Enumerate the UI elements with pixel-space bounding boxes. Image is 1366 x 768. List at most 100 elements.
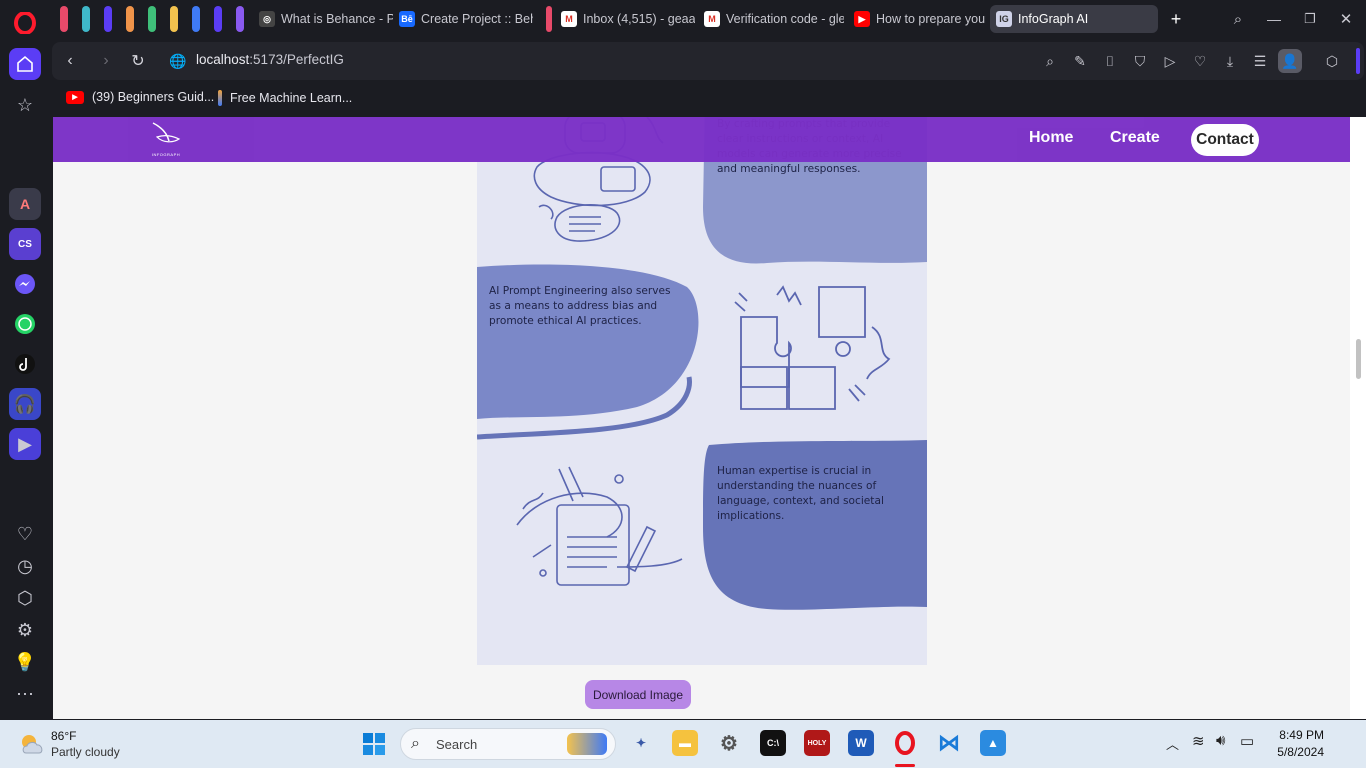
tab-label: Verification code - gle xyxy=(726,12,844,26)
aria-app-icon[interactable]: A xyxy=(9,188,41,220)
tiktok-icon[interactable] xyxy=(9,348,41,380)
behance-chat-icon: ◎ xyxy=(259,11,275,27)
file-explorer-icon[interactable]: ▬ xyxy=(672,730,698,756)
pinned-tab[interactable] xyxy=(236,6,244,32)
history-icon[interactable]: ◷ xyxy=(9,550,41,582)
site-info-icon[interactable]: 🌐 xyxy=(168,51,188,71)
scrollbar-thumb[interactable] xyxy=(1356,339,1361,379)
forward-icon[interactable]: › xyxy=(96,51,116,71)
bookmarks-bar: ▶ (39) Beginners Guid... Free Machine Le… xyxy=(52,84,1364,112)
page-scrollbar[interactable] xyxy=(1350,117,1366,719)
tab-search-icon[interactable]: ⌕ xyxy=(1226,5,1250,33)
messenger-icon[interactable] xyxy=(9,268,41,300)
search-placeholder: Search xyxy=(436,737,478,752)
video-player-icon[interactable]: ▶ xyxy=(9,428,41,460)
pinned-tab[interactable] xyxy=(126,6,134,32)
tab-behance-what[interactable]: ◎ What is Behance - Po xyxy=(253,5,393,33)
pinned-tab[interactable] xyxy=(214,6,222,32)
opera-logo-icon[interactable] xyxy=(9,7,41,39)
show-hidden-icons[interactable]: ︿ xyxy=(1166,734,1179,753)
sidebar-accent xyxy=(1356,48,1360,74)
taskbar-search[interactable]: ⌕ Search xyxy=(400,728,616,760)
reload-icon[interactable]: ↻ xyxy=(128,51,148,71)
active-app-indicator xyxy=(895,764,915,767)
download-image-button[interactable]: Download Image xyxy=(585,680,691,709)
nav-home[interactable]: Home xyxy=(1029,129,1073,147)
more-icon[interactable]: ⋯ xyxy=(9,678,41,710)
tab-behance-create[interactable]: Bē Create Project :: Beha xyxy=(393,5,533,33)
shield-icon[interactable]: ⛉ xyxy=(1130,51,1150,71)
infographic-text-3: Human expertise is crucial in understand… xyxy=(717,465,884,522)
opera-taskbar-icon[interactable] xyxy=(892,730,918,756)
profile-icon[interactable]: 👤 xyxy=(1278,49,1302,73)
url-path: :5173/PerfectIG xyxy=(249,52,344,67)
nav-contact-button[interactable]: Contact xyxy=(1191,124,1259,156)
cs-app-icon[interactable]: CS xyxy=(9,228,41,260)
word-icon[interactable]: W xyxy=(848,730,874,756)
windows-taskbar: 86°F Partly cloudy ⌕ Search ✦ ▬ ⚙ C:\ HO… xyxy=(0,720,1366,768)
tab-gmail-verification[interactable]: M Verification code - gle xyxy=(698,5,844,33)
writing-illustration xyxy=(516,466,683,586)
close-window-button[interactable]: ✕ xyxy=(1334,5,1358,33)
play-icon[interactable]: ▷ xyxy=(1160,51,1180,71)
download-icon[interactable]: ⤓ xyxy=(1220,51,1240,71)
nav-create[interactable]: Create xyxy=(1110,129,1160,147)
copilot-app-icon[interactable]: ✦ xyxy=(628,730,654,756)
pinned-tab[interactable] xyxy=(60,6,68,32)
wifi-icon[interactable]: ≋ xyxy=(1192,732,1205,750)
infograph-icon: IG xyxy=(996,11,1012,27)
url-host: localhost xyxy=(196,52,250,67)
tab-youtube-prepare[interactable]: ▶ How to prepare your xyxy=(848,5,986,33)
weather-widget[interactable]: 86°F Partly cloudy xyxy=(18,728,148,762)
page-viewport: By crafting prompts that provide clear i… xyxy=(53,117,1350,719)
new-tab-button[interactable]: + xyxy=(1164,5,1188,33)
heart-icon[interactable]: ♡ xyxy=(9,518,41,550)
music-player-icon[interactable]: 🎧 xyxy=(9,388,41,420)
volume-icon[interactable]: 🔊︎ xyxy=(1216,732,1225,749)
whatsapp-icon[interactable] xyxy=(9,308,41,340)
pinned-tab[interactable] xyxy=(82,6,90,32)
vscode-icon[interactable]: ⋈ xyxy=(936,730,962,756)
camera-icon[interactable]: ⌷ xyxy=(1100,51,1120,71)
pinned-tab[interactable] xyxy=(148,6,156,32)
cube-icon[interactable]: ⬡ xyxy=(9,582,41,614)
tab-infograph-ai[interactable]: IG InfoGraph AI xyxy=(990,5,1158,33)
infographic-text-2: AI Prompt Engineering also serves as a m… xyxy=(489,285,671,327)
restore-button[interactable]: ❐ xyxy=(1298,5,1322,33)
url-field[interactable]: localhost:5173/PerfectIG xyxy=(196,52,344,67)
find-icon[interactable]: ⌕ xyxy=(1040,51,1060,71)
bookmark-item[interactable]: Free Machine Learn... xyxy=(218,90,352,106)
search-highlight-icon xyxy=(567,733,607,755)
photos-app-icon[interactable]: ▲ xyxy=(980,730,1006,756)
app-navbar: INFOGRAPH Home Create Contact xyxy=(53,117,1350,162)
start-button[interactable] xyxy=(362,732,386,756)
app-logo[interactable]: INFOGRAPH xyxy=(149,121,183,159)
settings-app-icon[interactable]: ⚙ xyxy=(716,730,742,756)
home-icon[interactable] xyxy=(9,48,41,80)
lightbulb-icon[interactable]: 💡 xyxy=(9,646,41,678)
bookmark-label: Free Machine Learn... xyxy=(230,91,353,105)
pinned-tab[interactable] xyxy=(104,6,112,32)
star-icon[interactable]: ☆ xyxy=(9,89,41,121)
youtube-icon: ▶ xyxy=(854,11,870,27)
search-icon: ⌕ xyxy=(411,735,420,752)
weather-temp: 86°F xyxy=(51,729,77,743)
quill-logo-icon xyxy=(152,122,181,143)
pinned-tab[interactable] xyxy=(192,6,200,32)
easy-setup-icon[interactable]: ☰ xyxy=(1250,51,1270,71)
bible-app-icon[interactable]: HOLY xyxy=(804,730,830,756)
address-bar: ‹ › ↻ 🌐 localhost:5173/PerfectIG ⌕ ✎ ⌷ ⛉… xyxy=(52,42,1364,80)
minimize-button[interactable]: — xyxy=(1262,5,1286,33)
bookmark-item[interactable]: ▶ (39) Beginners Guid... xyxy=(66,90,214,104)
edit-icon[interactable]: ✎ xyxy=(1070,51,1090,71)
battery-icon[interactable]: ▭ xyxy=(1240,732,1254,750)
heart-icon[interactable]: ♡ xyxy=(1190,51,1210,71)
tab-gmail-inbox[interactable]: M Inbox (4,515) - geaak xyxy=(555,5,695,33)
extensions-icon[interactable]: ⬡ xyxy=(1322,51,1342,71)
back-icon[interactable]: ‹ xyxy=(60,51,80,71)
settings-icon[interactable]: ⚙ xyxy=(9,614,41,646)
tab-separator xyxy=(546,6,552,32)
terminal-icon[interactable]: C:\ xyxy=(760,730,786,756)
clock[interactable]: 8:49 PM 5/8/2024 xyxy=(1272,728,1324,759)
pinned-tab[interactable] xyxy=(170,6,178,32)
